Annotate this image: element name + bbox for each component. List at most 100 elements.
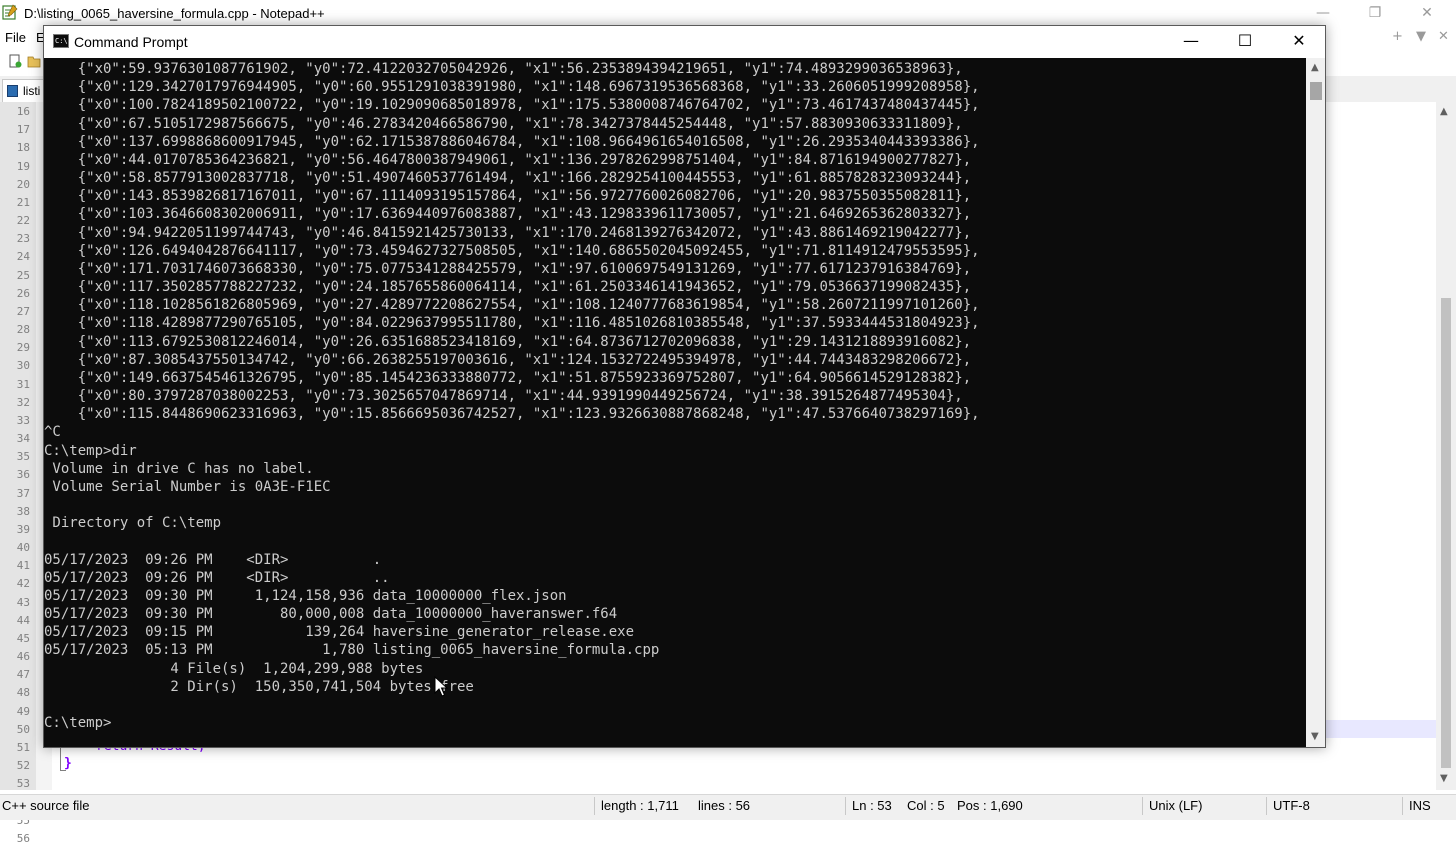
console-line: 05/17/2023 09:26 PM <DIR> . [44, 551, 382, 568]
cmd-close-button[interactable]: ✕ [1272, 26, 1326, 56]
console-line: {"x0":80.3797287038002253, "y0":73.30256… [44, 388, 963, 405]
line-number: 27 [16, 304, 30, 318]
console-line: {"x0":143.8539826817167011, "y0":67.1114… [44, 188, 972, 205]
line-number: 56 [16, 831, 30, 845]
console-line: {"x0":100.7824189502100722, "y0":19.1029… [44, 97, 980, 114]
console-line: {"x0":44.0170785364236821, "y0":56.46478… [44, 151, 972, 168]
console-line: ^C [44, 424, 61, 441]
cmd-app-icon: C:\ [53, 34, 69, 48]
cmd-minimize-button[interactable]: — [1164, 26, 1218, 56]
notepadpp-minimize-button[interactable]: — [1300, 0, 1346, 27]
console-line: {"x0":103.3646608302006911, "y0":17.6369… [44, 206, 972, 223]
status-column: Col : 5 [907, 798, 945, 813]
line-number: 31 [16, 377, 30, 391]
status-insert-mode[interactable]: INS [1409, 798, 1431, 813]
line-number: 19 [16, 159, 30, 173]
console-line: {"x0":94.9422051199744743, "y0":46.84159… [44, 224, 972, 241]
console-line: Volume in drive C has no label. [44, 460, 314, 477]
status-separator [1142, 797, 1143, 815]
console-line: {"x0":126.6494042876641117, "y0":73.4594… [44, 242, 980, 259]
console-line: Volume Serial Number is 0A3E-F1EC [44, 478, 331, 495]
status-eol[interactable]: Unix (LF) [1149, 798, 1202, 813]
console-line: {"x0":87.3085437550134742, "y0":66.26382… [44, 351, 972, 368]
status-lines: lines : 56 [698, 798, 751, 813]
line-number: 35 [16, 450, 30, 464]
close-all-tabs-icon[interactable]: ✕ [1438, 29, 1449, 44]
new-file-icon[interactable] [8, 54, 22, 68]
line-number: 50 [16, 722, 30, 736]
line-number: 20 [16, 177, 30, 191]
line-number: 38 [16, 504, 30, 518]
notepadpp-restore-button[interactable]: ❐ [1352, 0, 1398, 27]
line-number: 43 [16, 595, 30, 609]
status-separator [1402, 797, 1403, 815]
line-number: 32 [16, 395, 30, 409]
mouse-pointer-icon [434, 676, 448, 697]
cmd-vertical-scrollbar[interactable] [1306, 58, 1325, 747]
open-folder-icon[interactable] [27, 54, 41, 68]
line-number: 41 [16, 559, 30, 573]
console-line: 2 Dir(s) 150,350,741,504 bytes free [44, 678, 474, 695]
console-line: C:\temp>dir [44, 442, 137, 459]
line-number: 53 [16, 777, 30, 791]
editor-scroll-down-icon[interactable]: ▼ [1440, 773, 1448, 784]
command-prompt-window[interactable]: C:\ Command Prompt — ☐ ✕ {"x0":59.937630… [43, 25, 1326, 748]
console-line: 05/17/2023 05:13 PM 1,780 listing_0065_h… [44, 642, 660, 659]
cmd-window-title: Command Prompt [74, 34, 188, 50]
cmd-console-output[interactable]: {"x0":59.9376301087761902, "y0":72.41220… [44, 58, 1306, 747]
line-number: 33 [16, 413, 30, 427]
line-number: 21 [16, 195, 30, 209]
status-encoding: UTF-8 [1273, 798, 1310, 813]
console-line: 4 File(s) 1,204,299,988 bytes [44, 660, 424, 677]
cmd-titlebar[interactable]: C:\ Command Prompt — ☐ ✕ [44, 26, 1325, 58]
status-separator [845, 797, 846, 815]
line-number: 39 [16, 522, 30, 536]
console-line: {"x0":118.4289877290765105, "y0":84.0229… [44, 315, 980, 332]
line-number: 42 [16, 577, 30, 591]
line-number: 45 [16, 631, 30, 645]
line-number: 25 [16, 268, 30, 282]
line-number: 46 [16, 650, 30, 664]
cmd-scrollbar-thumb[interactable] [1310, 82, 1322, 100]
file-tab-label: listi [23, 84, 41, 98]
new-tab-plus-icon[interactable]: + [1392, 29, 1403, 44]
cmd-maximize-button[interactable]: ☐ [1218, 26, 1272, 56]
status-file-type: C++ source file [2, 798, 90, 813]
console-line: {"x0":117.3502857788227232, "y0":24.1857… [44, 279, 972, 296]
file-save-icon [7, 85, 18, 97]
notepadpp-close-button[interactable]: ✕ [1404, 0, 1450, 27]
console-line: {"x0":149.6637545461326795, "y0":85.1454… [44, 369, 972, 386]
line-number: 49 [16, 704, 30, 718]
console-line: 05/17/2023 09:30 PM 80,000,008 data_1000… [44, 606, 618, 623]
console-line: {"x0":58.8577913002837718, "y0":51.49074… [44, 170, 972, 187]
cmd-scroll-up-icon[interactable]: ▲ [1311, 62, 1319, 73]
console-line: {"x0":67.5105172987566675, "y0":46.27834… [44, 115, 963, 132]
console-line: Directory of C:\temp [44, 515, 222, 532]
console-line: {"x0":113.6792530812246014, "y0":26.6351… [44, 333, 972, 350]
line-number: 23 [16, 232, 30, 246]
line-number: 24 [16, 250, 30, 264]
console-line: C:\temp> [44, 715, 112, 732]
notepadpp-window-title: D:\listing_0065_haversine_formula.cpp - … [24, 6, 325, 21]
status-separator [594, 797, 595, 815]
console-line: 05/17/2023 09:30 PM 1,124,158,936 data_1… [44, 587, 567, 604]
menu-file[interactable]: File [5, 30, 26, 45]
line-number: 51 [16, 740, 30, 754]
console-line: 05/17/2023 09:15 PM 139,264 haversine_ge… [44, 624, 635, 641]
console-line: 05/17/2023 09:26 PM <DIR> .. [44, 569, 390, 586]
tab-list-down-icon[interactable]: ▼ [1416, 29, 1426, 44]
line-number: 28 [16, 323, 30, 337]
line-number: 34 [16, 432, 30, 446]
cmd-scroll-down-icon[interactable]: ▼ [1311, 731, 1319, 742]
line-number: 47 [16, 668, 30, 682]
status-length: length : 1,711 [601, 798, 679, 813]
console-line: {"x0":171.7031746073668330, "y0":75.0775… [44, 260, 972, 277]
status-line: Ln : 53 [852, 798, 892, 813]
line-number: 44 [16, 613, 30, 627]
line-number: 30 [16, 359, 30, 373]
line-number: 26 [16, 286, 30, 300]
editor-scrollbar-thumb[interactable] [1441, 298, 1451, 768]
notepadpp-app-icon [2, 4, 18, 20]
editor-scroll-up-icon[interactable]: ▲ [1440, 106, 1448, 117]
console-line: {"x0":59.9376301087761902, "y0":72.41220… [44, 61, 963, 77]
